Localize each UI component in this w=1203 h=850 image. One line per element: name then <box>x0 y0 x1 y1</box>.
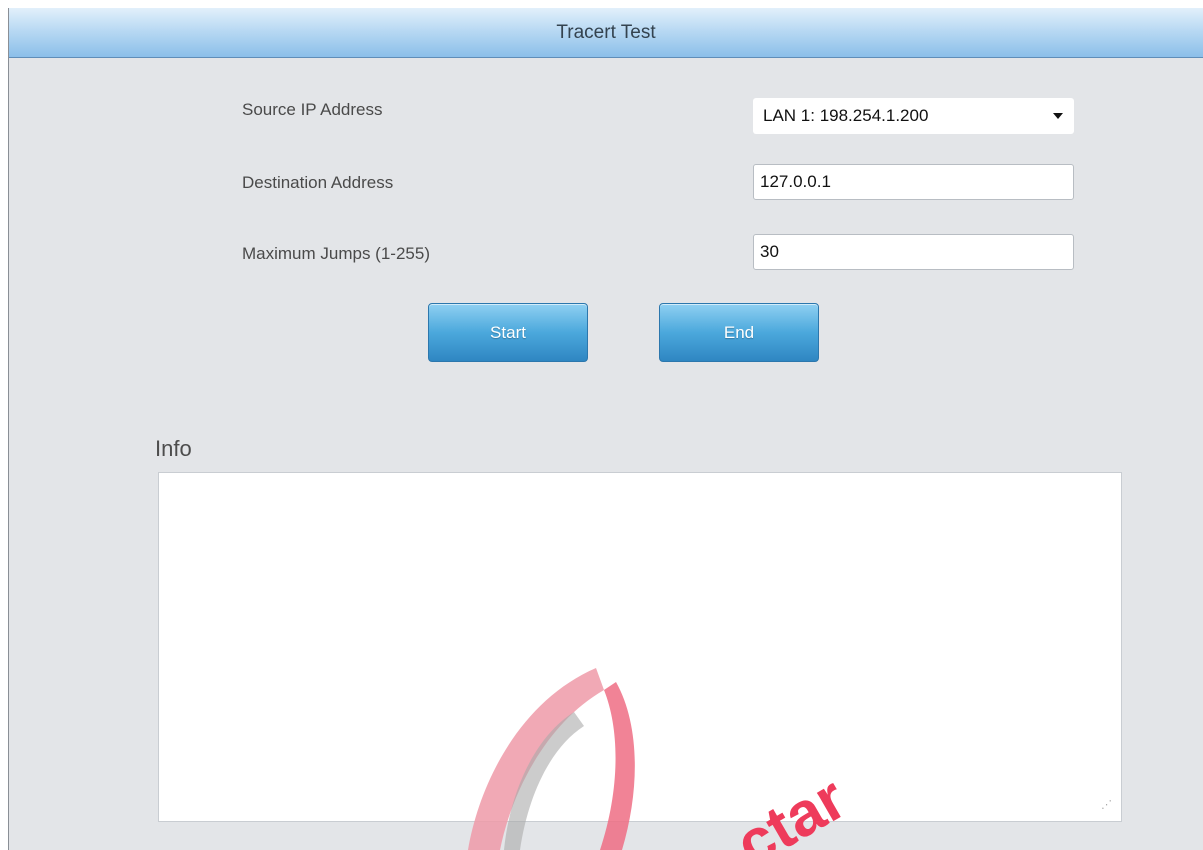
start-button[interactable]: Start <box>428 303 588 362</box>
info-output[interactable] <box>158 472 1122 822</box>
max-jumps-input[interactable] <box>753 234 1074 270</box>
source-ip-value: LAN 1: 198.254.1.200 <box>763 106 929 125</box>
page-title: Tracert Test <box>556 21 656 43</box>
info-label: Info <box>155 436 192 461</box>
chevron-down-icon <box>1053 113 1063 119</box>
destination-address-input[interactable] <box>753 164 1074 200</box>
max-jumps-label: Maximum Jumps (1-255) <box>242 244 430 263</box>
destination-address-label: Destination Address <box>242 173 394 192</box>
title-bar: Tracert Test <box>9 8 1203 58</box>
resize-grip-icon[interactable]: ⋰ <box>1101 800 1112 811</box>
source-ip-select[interactable]: LAN 1: 198.254.1.200 <box>753 98 1074 134</box>
source-ip-label: Source IP Address <box>242 100 383 119</box>
end-button[interactable]: End <box>659 303 819 362</box>
tracert-panel: Tracert Test Source IP Address LAN 1: 19… <box>8 8 1203 850</box>
